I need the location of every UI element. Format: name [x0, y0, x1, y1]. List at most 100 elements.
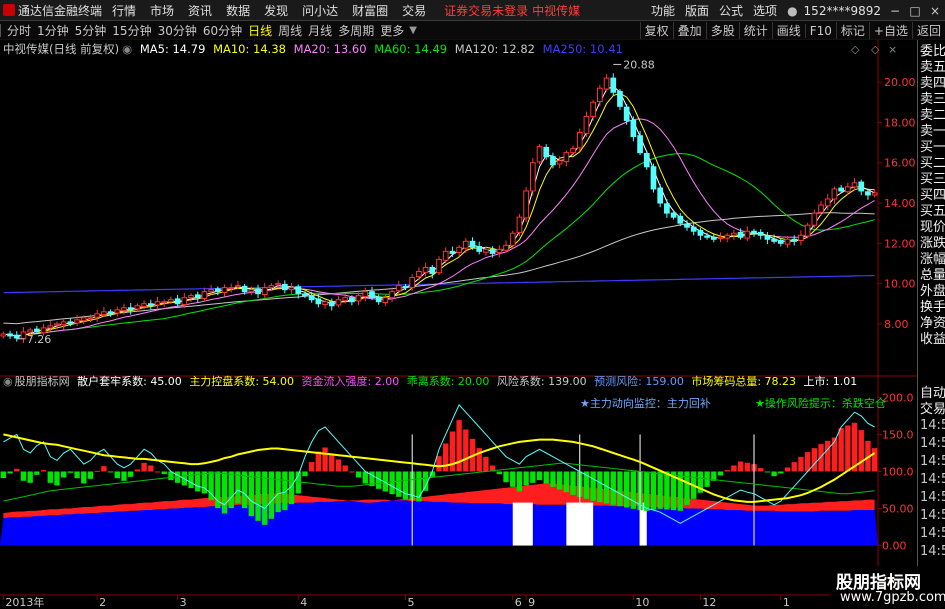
chart-collapse-icon[interactable]: ◇: [851, 43, 860, 56]
menu-item-faxian[interactable]: 发现: [264, 2, 288, 19]
legend-toggle-icon[interactable]: ◉: [122, 42, 132, 56]
candle-body: [818, 204, 824, 213]
menu-item-shichang[interactable]: 市场: [150, 2, 174, 19]
histogram-bar: [510, 471, 516, 487]
huaxian-button[interactable]: 画线: [771, 22, 805, 39]
candle-body: [623, 106, 630, 121]
period-multi[interactable]: 多周期: [338, 22, 374, 39]
histogram-bar: [60, 471, 67, 478]
histogram-bar: [483, 456, 489, 472]
annotation-risk: ★操作风险提示：杀跌空仓: [755, 396, 886, 410]
period-5min[interactable]: 5分钟: [75, 22, 107, 39]
candle-body: [409, 277, 416, 289]
f10-button[interactable]: F10: [804, 23, 836, 38]
candle-body: [114, 309, 121, 314]
candle-body: [664, 203, 670, 214]
histogram-bar: [516, 471, 523, 492]
menu-item-gongshi[interactable]: 公式: [719, 2, 743, 19]
chart-settings-icon[interactable]: ◇: [871, 43, 880, 56]
histogram-bar: [34, 471, 40, 475]
period-1min[interactable]: 1分钟: [37, 22, 69, 39]
histogram-bar: [791, 462, 797, 472]
watermark: 股朋指标网 www.7gpzb.com: [830, 566, 945, 609]
candle-body: [275, 283, 281, 286]
candle-body: [777, 239, 784, 244]
ma10-line: [3, 92, 875, 337]
tongji-button[interactable]: 统计: [738, 22, 772, 39]
user-icon[interactable]: ●: [787, 4, 797, 18]
candle-body: [255, 288, 261, 295]
period-60min[interactable]: 60分钟: [203, 22, 242, 39]
histogram-bar: [644, 471, 650, 511]
param-3-value: 2.00: [375, 375, 400, 388]
candle-body: [784, 238, 791, 245]
chart-title: 中视传媒(日线 前复权): [3, 42, 119, 56]
candle-body: [670, 212, 677, 218]
candle-body: [369, 291, 375, 299]
minimize-icon[interactable]: −: [885, 4, 905, 18]
period-30min[interactable]: 30分钟: [158, 22, 197, 39]
back-button[interactable]: 返回: [911, 22, 945, 39]
param-1-value: 45.00: [150, 375, 182, 388]
candle-body: [523, 190, 529, 219]
period-weekly[interactable]: 周线: [278, 22, 302, 39]
candle-body: [416, 271, 422, 278]
indicator-fills: [0, 483, 878, 546]
side-time-8[interactable]: 14:56: [920, 542, 945, 563]
chart-close-icon[interactable]: ×: [888, 43, 897, 56]
time-tick-label: 5: [407, 596, 414, 609]
candle-body: [804, 224, 811, 237]
add-watchlist-button[interactable]: +自选: [868, 22, 912, 39]
login-notice[interactable]: 证券交易未登录: [444, 2, 528, 19]
close-icon[interactable]: ×: [925, 4, 945, 18]
menu-item-hangqing[interactable]: 行情: [112, 2, 136, 19]
candle-body: [54, 323, 60, 326]
period-fenshi[interactable]: 分时: [7, 22, 31, 39]
more-dropdown-icon[interactable]: ▼: [409, 25, 417, 36]
param-5-name: 风险系数: [497, 374, 541, 388]
candle-body: [576, 132, 583, 149]
menu-item-gongneng[interactable]: 功能: [651, 2, 675, 19]
histogram-bar: [221, 471, 228, 514]
histogram-bar: [134, 469, 141, 472]
candle-body: [87, 317, 94, 320]
diejia-button[interactable]: 叠加: [672, 22, 706, 39]
period-15min[interactable]: 15分钟: [112, 22, 151, 39]
menu-item-wenxiaoda[interactable]: 问小达: [302, 2, 338, 19]
indicator-tick-label: 50.00: [882, 503, 914, 516]
param-6-name: 预测风险: [594, 374, 638, 388]
candle-body: [335, 299, 342, 306]
histogram-bar: [845, 425, 851, 472]
histogram-bar: [597, 471, 603, 503]
period-monthly[interactable]: 月线: [308, 22, 332, 39]
histogram-bar: [121, 471, 127, 481]
candle-body: [214, 288, 221, 293]
time-tick-label: 1: [783, 596, 790, 609]
histogram-bar: [349, 471, 355, 473]
candle-body: [483, 248, 489, 253]
menu-item-jiaoyi[interactable]: 交易: [402, 2, 426, 19]
candle-body: [757, 231, 764, 236]
indicator-toggle-icon[interactable]: ◉: [3, 375, 13, 388]
menu-item-shuju[interactable]: 数据: [226, 2, 250, 19]
menu-item-xuanxiang[interactable]: 选项: [753, 2, 777, 19]
histogram-bar: [550, 471, 556, 487]
stock-chart[interactable]: 20.0018.0016.0014.0012.0010.008.00 20.88…: [0, 40, 917, 609]
menu-item-banmian[interactable]: 版面: [685, 2, 709, 19]
histogram-bar: [724, 470, 730, 472]
menu-item-zixun[interactable]: 资讯: [188, 2, 212, 19]
histogram-bar: [114, 471, 120, 479]
period-daily[interactable]: 日线: [248, 22, 272, 39]
period-more[interactable]: 更多: [380, 22, 404, 39]
user-name[interactable]: 152****9892: [804, 4, 881, 18]
candle-body: [308, 295, 315, 301]
candle-body: [751, 230, 757, 234]
biaoji-button[interactable]: 标记: [835, 22, 869, 39]
side-item-19[interactable]: 收益: [920, 330, 945, 351]
fuquan-button[interactable]: 复权: [639, 22, 673, 39]
maximize-icon[interactable]: □: [905, 4, 925, 18]
price-annotation: 7.26: [27, 333, 52, 346]
param-8-value: 1.01: [833, 375, 858, 388]
menu-item-caifuquan[interactable]: 财富圈: [352, 2, 388, 19]
duogu-button[interactable]: 多股: [705, 22, 739, 39]
